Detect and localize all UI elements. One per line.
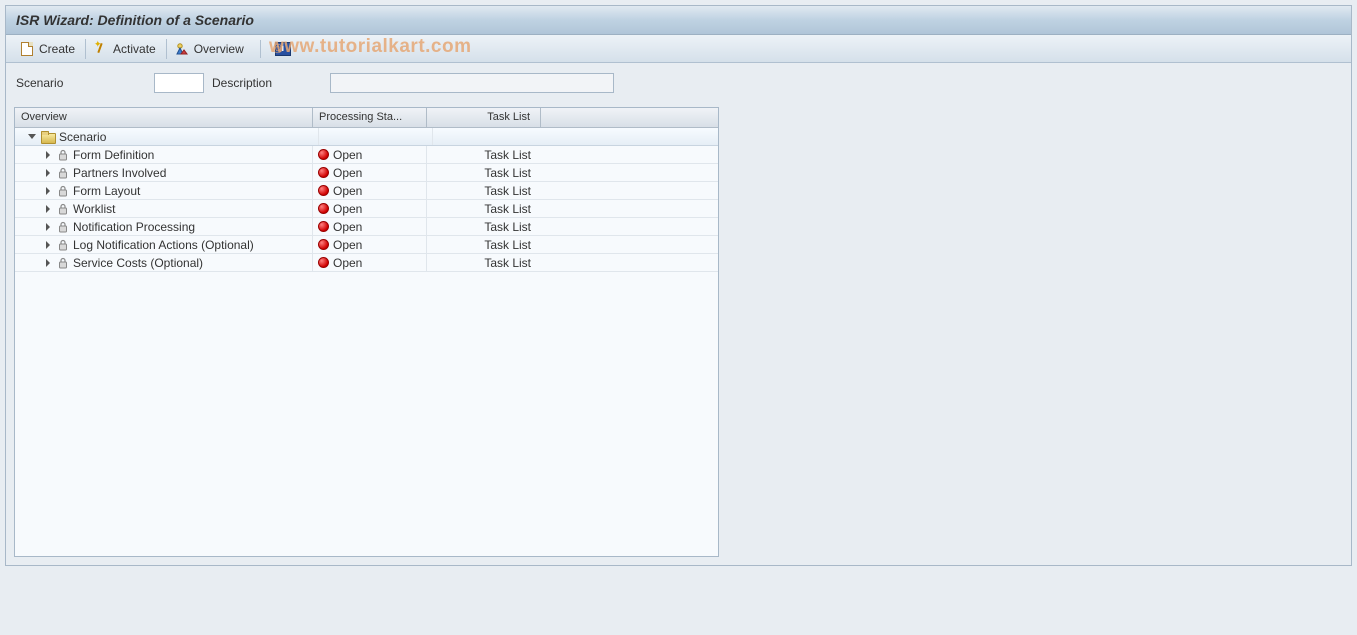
row-label: Worklist [73, 202, 115, 216]
create-label: Create [39, 42, 75, 56]
info-icon[interactable]: i [275, 42, 291, 56]
chevron-right-icon[interactable] [43, 222, 53, 232]
row-tasklist[interactable]: Task List [484, 148, 531, 162]
folder-icon [41, 131, 55, 143]
status-red-icon [317, 167, 329, 179]
row-label: Log Notification Actions (Optional) [73, 238, 254, 252]
tree-row[interactable]: Form Layout Open Task List [15, 182, 718, 200]
status-red-icon [317, 221, 329, 233]
row-tasklist[interactable]: Task List [484, 184, 531, 198]
row-tasklist[interactable]: Task List [484, 220, 531, 234]
scenario-input[interactable] [154, 73, 204, 93]
lock-icon [57, 221, 69, 233]
toolbar: Create Activate Overview i © www.tutoria… [6, 35, 1351, 63]
row-status: Open [333, 184, 362, 198]
row-status: Open [333, 238, 362, 252]
row-tasklist[interactable]: Task List [484, 202, 531, 216]
wand-icon [94, 42, 108, 56]
separator [260, 40, 261, 58]
row-label: Partners Involved [73, 166, 166, 180]
row-tasklist[interactable]: Task List [484, 166, 531, 180]
row-label: Service Costs (Optional) [73, 256, 203, 270]
row-status: Open [333, 220, 362, 234]
chevron-right-icon[interactable] [43, 204, 53, 214]
lock-icon [57, 167, 69, 179]
row-tasklist[interactable]: Task List [484, 238, 531, 252]
overview-label: Overview [194, 42, 244, 56]
status-red-icon [317, 149, 329, 161]
overview-icon [175, 42, 189, 56]
tree-row[interactable]: Partners Involved Open Task List [15, 164, 718, 182]
row-status: Open [333, 202, 362, 216]
row-status: Open [333, 166, 362, 180]
row-label: Form Layout [73, 184, 140, 198]
root-label: Scenario [59, 130, 106, 144]
form-row: Scenario Description [6, 63, 1351, 99]
watermark-text: www.tutorialkart.com [269, 36, 472, 58]
chevron-down-icon[interactable] [27, 132, 37, 142]
document-icon [20, 42, 34, 56]
tree-row[interactable]: Service Costs (Optional) Open Task List [15, 254, 718, 272]
create-button[interactable]: Create [16, 39, 86, 59]
main-panel: ISR Wizard: Definition of a Scenario Cre… [5, 5, 1352, 566]
lock-icon [57, 239, 69, 251]
lock-icon [57, 257, 69, 269]
col-tasklist[interactable]: Task List [427, 108, 541, 127]
chevron-right-icon[interactable] [43, 186, 53, 196]
lock-icon [57, 203, 69, 215]
row-label: Notification Processing [73, 220, 195, 234]
activate-button[interactable]: Activate [90, 39, 167, 59]
page-title: ISR Wizard: Definition of a Scenario [6, 6, 1351, 35]
overview-button[interactable]: Overview [171, 39, 254, 59]
lock-icon [57, 185, 69, 197]
row-tasklist[interactable]: Task List [484, 256, 531, 270]
tree-body: Scenario Form DefinitionOpenTask ListPar… [15, 128, 718, 272]
lock-icon [57, 149, 69, 161]
tree-header: Overview Processing Sta... Task List [15, 108, 718, 128]
tree-row[interactable]: Log Notification Actions (Optional) Open T… [15, 236, 718, 254]
tree-root-row[interactable]: Scenario [15, 128, 718, 146]
activate-label: Activate [113, 42, 156, 56]
chevron-right-icon[interactable] [43, 168, 53, 178]
tree-row[interactable]: Worklist Open Task List [15, 200, 718, 218]
status-red-icon [317, 257, 329, 269]
tree-row[interactable]: Form Definition Open Task List [15, 146, 718, 164]
row-status: Open [333, 256, 362, 270]
col-overview[interactable]: Overview [15, 108, 313, 127]
scenario-label: Scenario [16, 76, 146, 90]
tree-row[interactable]: Notification Processing Open Task List [15, 218, 718, 236]
status-red-icon [317, 185, 329, 197]
chevron-right-icon[interactable] [43, 150, 53, 160]
chevron-right-icon[interactable] [43, 240, 53, 250]
description-input[interactable] [330, 73, 614, 93]
status-red-icon [317, 203, 329, 215]
tree-table: Overview Processing Sta... Task List Sce… [14, 107, 719, 557]
description-label: Description [212, 76, 322, 90]
col-status[interactable]: Processing Sta... [313, 108, 427, 127]
row-status: Open [333, 148, 362, 162]
chevron-right-icon[interactable] [43, 258, 53, 268]
row-label: Form Definition [73, 148, 154, 162]
status-red-icon [317, 239, 329, 251]
